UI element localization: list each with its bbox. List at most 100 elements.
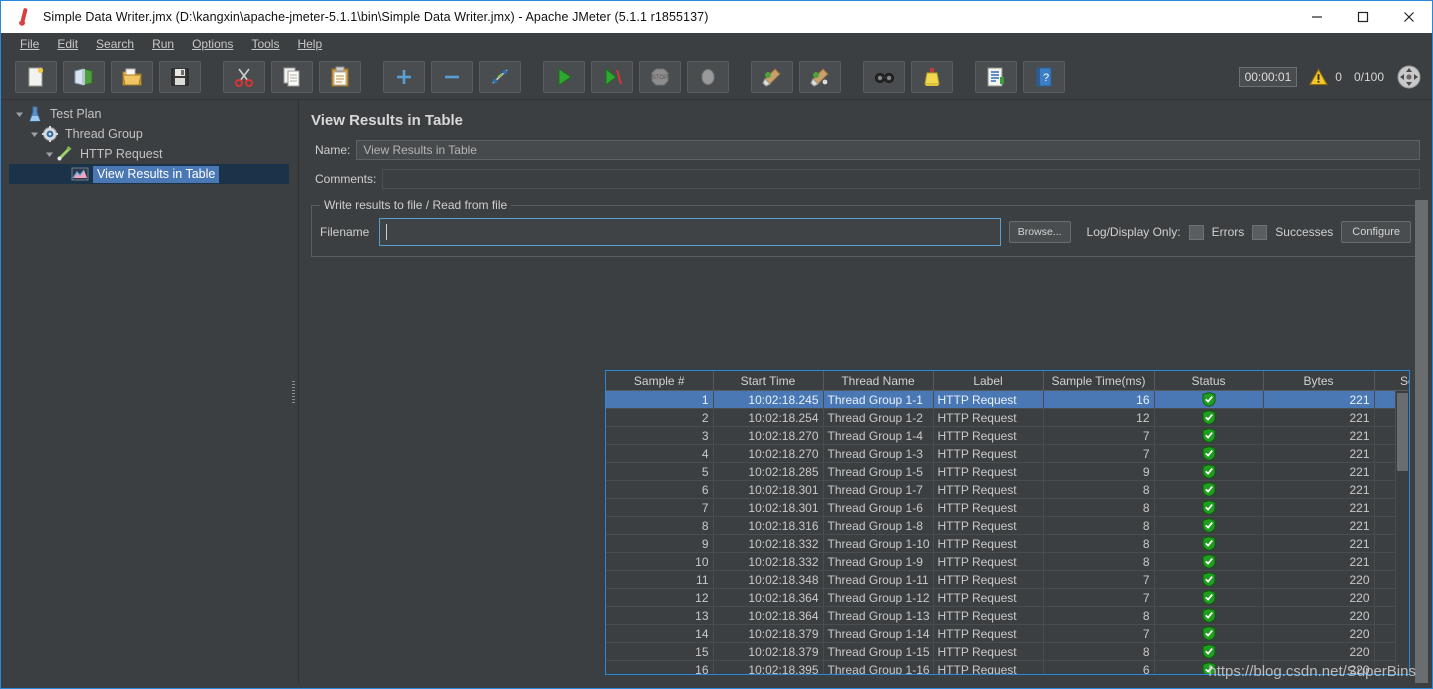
tree-node-thread-group[interactable]: Thread Group xyxy=(9,124,289,144)
filename-input[interactable] xyxy=(379,218,1001,246)
table-row[interactable]: 6 10:02:18.301 Thread Group 1-7 HTTP Reques… xyxy=(606,480,1409,499)
tree-node-view-results-in-table[interactable]: View Results in Table xyxy=(9,164,289,184)
status-success-icon xyxy=(1202,410,1216,426)
toolbar-help-button[interactable]: ? xyxy=(1023,61,1065,93)
table-row[interactable]: 4 10:02:18.270 Thread Group 1-3 HTTP Reques… xyxy=(606,444,1409,463)
errors-checkbox[interactable] xyxy=(1188,224,1204,240)
browse-button[interactable]: Browse... xyxy=(1008,221,1071,243)
help-icon: ? xyxy=(1036,67,1052,87)
toolbar-new-button[interactable] xyxy=(15,61,57,93)
toolbar-clear-all-button[interactable] xyxy=(799,61,841,93)
table-row[interactable]: 7 10:02:18.301 Thread Group 1-6 HTTP Reques… xyxy=(606,498,1409,517)
toolbar-start-button[interactable] xyxy=(543,61,585,93)
toolbar-expand-all-button[interactable] xyxy=(383,61,425,93)
title-bar: Simple Data Writer.jmx (D:\kangxin\apach… xyxy=(1,1,1432,33)
close-button[interactable] xyxy=(1386,1,1432,33)
col-sample-time[interactable]: Sample Time(ms) xyxy=(1043,371,1155,391)
table-row[interactable]: 9 10:02:18.332 Thread Group 1-10 HTTP Reque… xyxy=(606,534,1409,553)
minimize-button[interactable] xyxy=(1294,1,1340,33)
menu-search-label: Search xyxy=(96,37,135,51)
toolbar-shutdown-button[interactable] xyxy=(687,61,729,93)
chevron-down-icon[interactable] xyxy=(28,128,41,141)
toolbar-stop-button[interactable]: STOP xyxy=(639,61,681,93)
status-success-icon xyxy=(1202,500,1216,516)
results-table-body: 1 10:02:18.245 Thread Group 1-1 HTTP Reques… xyxy=(606,390,1409,674)
col-label[interactable]: Label xyxy=(933,371,1044,391)
expand-all-icon xyxy=(397,70,411,84)
col-bytes[interactable]: Bytes xyxy=(1263,371,1375,391)
pane-vertical-scrollbar[interactable] xyxy=(1415,200,1428,683)
col-status[interactable]: Status xyxy=(1154,371,1264,391)
table-row[interactable]: 1 10:02:18.245 Thread Group 1-1 HTTP Reques… xyxy=(606,390,1409,409)
tree-node-http-request[interactable]: HTTP Request xyxy=(9,144,289,164)
stop-icon: STOP xyxy=(651,68,669,86)
toolbar-toggle-button[interactable] xyxy=(479,61,521,93)
toolbar-function-helper-button[interactable] xyxy=(975,61,1017,93)
table-vertical-scrollbar[interactable] xyxy=(1395,391,1409,674)
table-row[interactable]: 12 10:02:18.364 Thread Group 1-12 HTTP Requ… xyxy=(606,588,1409,607)
split-pane-divider[interactable] xyxy=(289,100,298,683)
table-row[interactable]: 14 10:02:18.379 Thread Group 1-14 HTTP Requ… xyxy=(606,624,1409,643)
divider-grip[interactable] xyxy=(292,380,295,403)
cell-sample-time: 16 xyxy=(1043,390,1155,409)
name-input[interactable]: View Results in Table xyxy=(356,140,1420,160)
cell-sample-time: 7 xyxy=(1043,588,1155,607)
col-sent-bytes[interactable]: Sent Bytes xyxy=(1374,371,1409,391)
toolbar-paste-button[interactable] xyxy=(319,61,361,93)
table-row[interactable]: 2 10:02:18.254 Thread Group 1-2 HTTP Reques… xyxy=(606,408,1409,427)
cell-label: HTTP Request xyxy=(933,390,1044,409)
menu-edit-label: Edit xyxy=(57,37,79,51)
toolbar-cut-button[interactable] xyxy=(223,61,265,93)
tree-node-test-plan[interactable]: Test Plan xyxy=(9,104,289,124)
maximize-button[interactable] xyxy=(1340,1,1386,33)
table-row[interactable]: 5 10:02:18.285 Thread Group 1-5 HTTP Reques… xyxy=(606,462,1409,481)
status-success-icon xyxy=(1202,572,1216,588)
cell-sample-time: 6 xyxy=(1043,660,1155,674)
menu-help[interactable]: Help xyxy=(288,35,331,53)
menu-search[interactable]: Search xyxy=(87,35,143,53)
warning-indicator[interactable]: 0 xyxy=(1309,68,1342,86)
chevron-down-icon[interactable] xyxy=(13,108,26,121)
table-row[interactable]: 13 10:02:18.364 Thread Group 1-13 HTTP Requ… xyxy=(606,606,1409,625)
table-row[interactable]: 10 10:02:18.332 Thread Group 1-9 HTTP Reque… xyxy=(606,552,1409,571)
remote-engines-icon[interactable] xyxy=(1396,64,1422,90)
configure-button[interactable]: Configure xyxy=(1341,221,1411,243)
cell-label: HTTP Request xyxy=(933,516,1044,535)
table-row[interactable]: 3 10:02:18.270 Thread Group 1-4 HTTP Reques… xyxy=(606,426,1409,445)
toolbar-save-button[interactable] xyxy=(159,61,201,93)
toolbar-collapse-all-button[interactable] xyxy=(431,61,473,93)
menu-run[interactable]: Run xyxy=(143,35,183,53)
status-success-icon xyxy=(1202,608,1216,624)
cell-thread-name: Thread Group 1-11 xyxy=(823,570,934,589)
col-start-time[interactable]: Start Time xyxy=(713,371,824,391)
toolbar-open-button[interactable] xyxy=(111,61,153,93)
cell-label: HTTP Request xyxy=(933,444,1044,463)
cut-icon xyxy=(235,68,253,87)
menu-file[interactable]: File xyxy=(11,35,48,53)
table-row[interactable]: 15 10:02:18.379 Thread Group 1-15 HTTP Requ… xyxy=(606,642,1409,661)
toolbar-reset-search-button[interactable] xyxy=(911,61,953,93)
toolbar-clear-button[interactable] xyxy=(751,61,793,93)
cell-sample-number: 1 xyxy=(606,390,714,409)
cell-status xyxy=(1154,498,1264,517)
col-thread-name[interactable]: Thread Name xyxy=(823,371,934,391)
menu-tools[interactable]: Tools xyxy=(242,35,288,53)
toolbar-start-no-pauses-button[interactable] xyxy=(591,61,633,93)
menu-edit[interactable]: Edit xyxy=(48,35,87,53)
pane-scrollbar-thumb[interactable] xyxy=(1415,200,1428,683)
table-scrollbar-thumb[interactable] xyxy=(1397,393,1408,471)
toolbar-templates-button[interactable] xyxy=(63,61,105,93)
table-row[interactable]: 11 10:02:18.348 Thread Group 1-11 HTTP Requ… xyxy=(606,570,1409,589)
toolbar-search-button[interactable] xyxy=(863,61,905,93)
comments-input[interactable] xyxy=(382,169,1420,189)
chevron-down-icon[interactable] xyxy=(43,148,56,161)
menu-options[interactable]: Options xyxy=(183,35,242,53)
successes-checkbox[interactable] xyxy=(1252,224,1268,240)
col-sample-number[interactable]: Sample # xyxy=(606,371,714,391)
cell-sample-number: 10 xyxy=(606,552,714,571)
toolbar-copy-button[interactable] xyxy=(271,61,313,93)
table-row[interactable]: 8 10:02:18.316 Thread Group 1-8 HTTP Reques… xyxy=(606,516,1409,535)
cell-thread-name: Thread Group 1-10 xyxy=(823,534,934,553)
main-split-pane: Test Plan Thread Group HTTP Request View… xyxy=(1,100,1432,683)
table-row[interactable]: 16 10:02:18.395 Thread Group 1-16 HTTP Requ… xyxy=(606,660,1409,674)
